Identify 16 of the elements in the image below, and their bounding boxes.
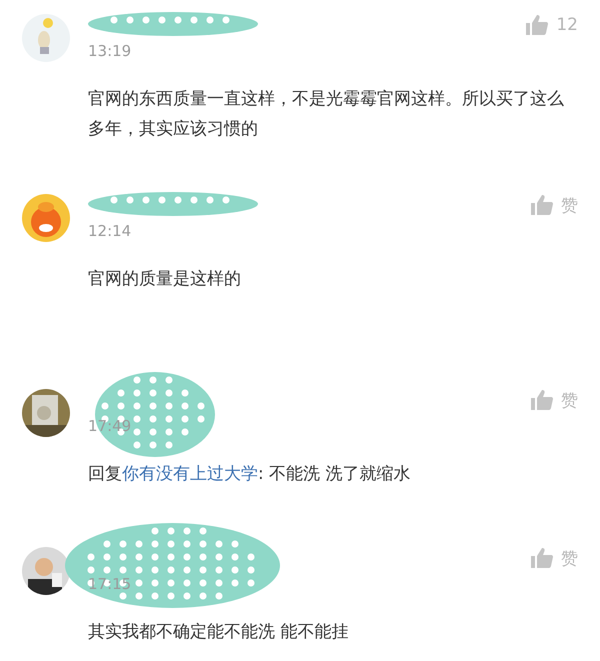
thumbs-up-icon[interactable]: [526, 15, 548, 35]
like-count: 赞: [561, 390, 578, 412]
comment-text: 官网的质量是这样的: [88, 268, 242, 291]
comment-time: 17:15: [88, 575, 132, 593]
like-count: 12: [556, 15, 578, 35]
comment-text: 官网的东西质量一直这样，不是光霉霉官网这样。所以买了这么多年，其实应该习惯的: [88, 88, 565, 141]
comment-time: 13:19: [88, 42, 132, 60]
thumbs-up-icon[interactable]: [531, 390, 553, 410]
comment-text: 回复你有没有上过大学: 不能洗 洗了就缩水: [88, 463, 412, 486]
thumbs-up-icon[interactable]: [531, 195, 553, 215]
comment-time: 12:14: [88, 222, 132, 240]
thumbs-up-icon[interactable]: [531, 548, 553, 568]
like-count: 赞: [561, 194, 578, 216]
reply-user-link[interactable]: 你有没有上过大学: [122, 464, 258, 484]
comment-text: 其实我都不确定能不能洗 能不能挂: [88, 621, 350, 644]
like-count: 赞: [561, 548, 578, 570]
